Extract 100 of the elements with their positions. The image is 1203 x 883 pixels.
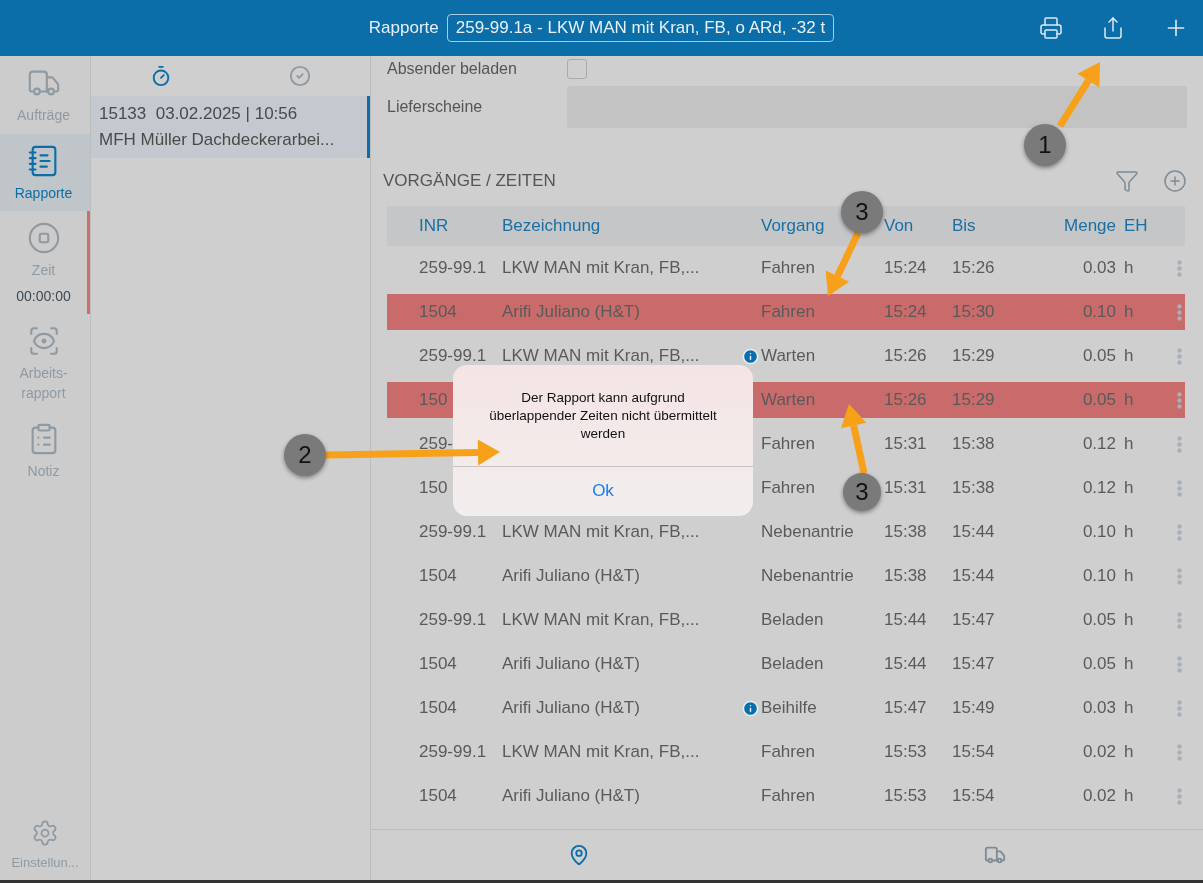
page-title: Rapporte — [368, 18, 439, 38]
nav-item[interactable]: Rapporte — [0, 133, 90, 212]
table-cell: 259-99.1 — [419, 610, 487, 630]
more-icon — [1177, 303, 1182, 321]
table-cell: Arifi Juliano (H&T) — [502, 302, 640, 322]
column-header: Bis — [952, 216, 976, 236]
info-icon[interactable] — [742, 347, 759, 365]
table-cell: 0.12 — [1082, 434, 1116, 454]
nav-item[interactable]: Zeit 00:00:00 — [0, 211, 90, 315]
nav-label: Rapporte — [14, 183, 73, 203]
table-cell: 15:54 — [952, 742, 995, 762]
share-icon — [1101, 16, 1125, 40]
field-label: Absender beladen — [387, 60, 518, 78]
table-cell: Beladen — [761, 610, 824, 630]
table-cell: 15:29 — [952, 346, 995, 366]
annotation-arrow — [840, 404, 868, 474]
table-cell: h — [1124, 346, 1134, 366]
checkbox[interactable] — [567, 59, 587, 79]
more-icon — [1177, 611, 1182, 629]
table-cell: 1504 — [419, 698, 457, 718]
add-entry-button[interactable] — [1163, 169, 1187, 193]
table-cell: 0.02 — [1082, 786, 1116, 806]
table-cell: 15:44 — [952, 522, 995, 542]
table-cell: Arifi Juliano (H&T) — [502, 786, 640, 806]
table-cell: 1504 — [419, 566, 457, 586]
more-icon — [1177, 479, 1182, 497]
table-cell: 1504 — [419, 302, 457, 322]
field-label: Lieferscheine — [387, 98, 484, 116]
column-header: EH — [1124, 216, 1148, 236]
column-header: Bezeichnung — [502, 216, 601, 236]
table-cell: 0.03 — [1082, 258, 1116, 278]
table-cell: 15:38 — [952, 434, 995, 454]
more-icon — [1177, 523, 1182, 541]
table-cell: LKW MAN mit Kran, FB,... — [502, 742, 700, 762]
table-cell: 259- — [419, 434, 454, 454]
report-select[interactable]: 259-99.1a - LKW MAN mit Kran, FB, o ARd, -32 t — [446, 14, 835, 42]
share-button[interactable] — [1101, 16, 1125, 40]
nav-item[interactable]: Aufträge — [0, 56, 90, 134]
table-cell: 15:31 — [884, 478, 927, 498]
table-cell: 0.05 — [1082, 346, 1116, 366]
info-icon[interactable] — [742, 699, 759, 717]
timer-display: 00:00:00 — [16, 286, 71, 306]
table-cell: h — [1124, 654, 1134, 674]
filter-button[interactable] — [1115, 169, 1139, 193]
table-cell: Fahren — [761, 742, 815, 762]
table-cell: h — [1124, 390, 1134, 410]
table-cell: h — [1124, 610, 1134, 630]
table-cell: Fahren — [761, 258, 815, 278]
table-cell: Nebenantrie — [761, 522, 854, 542]
section-title: VORGÄNGE / ZEITEN — [383, 171, 557, 191]
table-cell: LKW MAN mit Kran, FB,... — [502, 346, 700, 366]
column-header: INR — [419, 216, 449, 236]
more-icon — [1177, 655, 1182, 673]
table-cell: Arifi Juliano (H&T) — [502, 698, 640, 718]
column-header: Menge — [1064, 216, 1116, 236]
more-icon — [1177, 391, 1182, 409]
table-cell: Fahren — [761, 786, 815, 806]
table-cell: h — [1124, 566, 1134, 586]
filter-icon — [1115, 169, 1139, 193]
table-cell: Beihilfe — [761, 698, 817, 718]
table-cell: 15:24 — [884, 302, 927, 322]
table-cell: 15:47 — [952, 610, 995, 630]
table-cell: h — [1124, 478, 1134, 498]
table-cell: Arifi Juliano (H&T) — [502, 566, 640, 586]
callout-marker: 1 — [1024, 124, 1066, 166]
callout-marker: 2 — [284, 434, 326, 476]
print-button[interactable] — [1039, 16, 1063, 40]
callout-marker: 3 — [843, 473, 881, 511]
table-cell: 1504 — [419, 786, 457, 806]
table-cell: Warten — [761, 346, 816, 366]
report-meta: 15133 03.02.2025 | 10:56 — [99, 104, 299, 124]
nav-label: Arbeits- rapport — [19, 364, 68, 403]
input-field[interactable] — [567, 86, 1187, 128]
table-cell: 15:24 — [884, 258, 927, 278]
column-header: Von — [884, 216, 914, 236]
table-cell: Warten — [761, 390, 816, 410]
table-cell: 0.10 — [1082, 522, 1116, 542]
ok-button[interactable]: Ok — [453, 465, 753, 516]
callout-marker: 3 — [841, 191, 883, 233]
table-cell: Beladen — [761, 654, 824, 674]
nav-item[interactable]: Arbeits- rapport — [0, 314, 90, 412]
more-icon — [1177, 435, 1182, 453]
table-cell: 259-99.1 — [419, 258, 487, 278]
table-cell: 0.03 — [1082, 698, 1116, 718]
table-cell: 150 — [419, 390, 448, 410]
table-cell: 0.05 — [1082, 390, 1116, 410]
table-cell: h — [1124, 742, 1134, 762]
table-cell: 15:53 — [884, 786, 927, 806]
more-icon — [1177, 787, 1182, 805]
table-cell: h — [1124, 258, 1134, 278]
table-cell: 15:38 — [952, 478, 995, 498]
table-cell: 15:38 — [884, 566, 927, 586]
overlap-row[interactable]: 1504 Arifi Juliano (H&T) Fahren 15:24 15:30 0.10 h — [387, 294, 1185, 330]
report-list-item[interactable]: 15133 03.02.2025 | 10:56 MFH Müller Dachdeckerarbei... — [91, 96, 370, 158]
table-cell: 0.10 — [1082, 302, 1116, 322]
table-cell: 0.12 — [1082, 478, 1116, 498]
table-cell: Fahren — [761, 434, 815, 454]
more-icon — [1177, 259, 1182, 277]
nav-item[interactable]: Notiz — [0, 411, 90, 490]
settings-nav-item[interactable]: Einstellun... — [0, 819, 90, 880]
